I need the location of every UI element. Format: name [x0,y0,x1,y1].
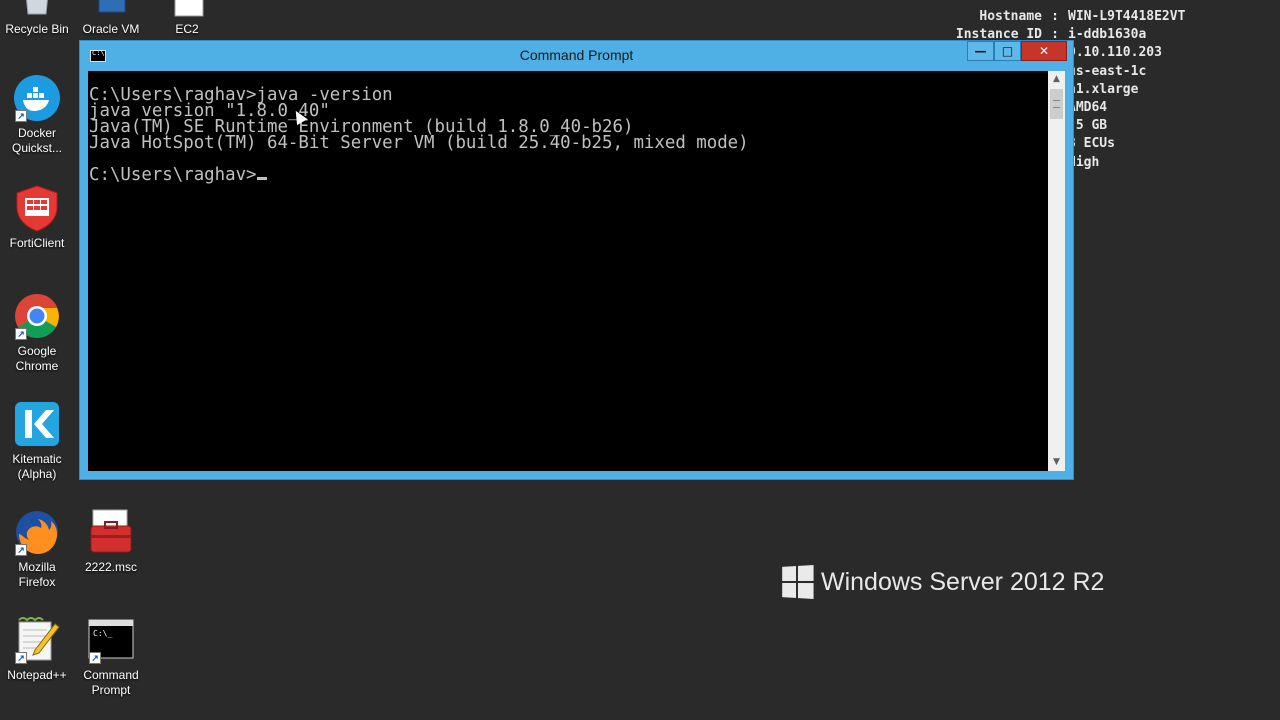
recycle-bin-icon [13,0,61,18]
os-brand-text: Windows Server 2012 R2 [821,567,1105,596]
forticlient-shield-icon [13,184,61,232]
sysinfo-key: Hostname [979,9,1042,24]
sysinfo-value: n1.xlarge [1068,81,1139,97]
desktop-icon-kitematic[interactable]: Kitematic (Alpha) [0,400,74,482]
shortcut-arrow-icon: ↗ [15,110,27,122]
desktop-icon-2222-msc[interactable]: 2222.msc [74,508,148,575]
desktop-icon-docker[interactable]: ↗ Docker Quickst... [0,74,74,156]
icon-label: Chrome [15,359,59,373]
icon-label: Kitematic [12,452,62,466]
os-branding: Windows Server 2012 R2 [781,565,1105,599]
sysinfo-value: us-east-1c [1068,63,1147,79]
icon-label: Firefox [18,575,56,589]
icon-label: Mozilla [18,560,56,574]
notepadpp-icon: ↗ [13,616,61,664]
sysinfo-value: 0.10.110.203 [1068,45,1162,61]
icon-label: Docker [17,126,56,140]
desktop-icon-oracle-vm[interactable]: Oracle VM [74,0,148,37]
icon-label: Quickst... [11,141,62,155]
desktop-icon-chrome[interactable]: ↗ Google Chrome [0,292,74,374]
desktop-icon-notepadpp[interactable]: ↗ Notepad++ [0,616,74,683]
desktop-icon-ec2[interactable]: EC2 [150,0,224,37]
scrollbar-thumb[interactable] [1050,89,1063,119]
icon-label: FortiClient [9,236,65,250]
sysinfo-row: Hostname: WIN-L9T4418E2VT [905,8,1275,26]
text-cursor [256,177,267,180]
sysinfo-value: 8 ECUs [1068,136,1115,152]
icon-label: EC2 [175,22,199,36]
shortcut-arrow-icon: ↗ [15,328,27,340]
virtualbox-icon [87,0,135,18]
command-prompt-window[interactable]: Command Prompt — □ ✕ C:\Users\raghav>jav… [79,40,1074,480]
command-prompt-icon: C:\_ ↗ [87,616,135,664]
close-button[interactable]: ✕ [1021,41,1067,61]
scroll-up-arrow-icon[interactable]: ▲ [1048,71,1065,88]
maximize-button[interactable]: □ [994,41,1021,61]
icon-label: Google [17,344,57,358]
icon-label: Prompt [91,683,131,697]
kitematic-icon [13,400,61,448]
console-output[interactable]: C:\Users\raghav>java -version java versi… [88,71,1048,471]
desktop-icon-forticlient[interactable]: FortiClient [0,184,74,251]
icon-label: 2222.msc [84,560,138,574]
desktop-icon-recycle-bin[interactable]: Recycle Bin [0,0,74,37]
chrome-icon: ↗ [13,292,61,340]
sysinfo-value: i-ddb1630a [1068,27,1147,43]
shortcut-arrow-icon: ↗ [15,652,27,664]
console-prompt: C:\Users\raghav> [89,165,257,185]
desktop-icon-firefox[interactable]: ↗ Mozilla Firefox [0,508,74,590]
docker-icon: ↗ [13,74,61,122]
icon-label: (Alpha) [17,467,57,481]
console-line: Java HotSpot(TM) 64-Bit Server VM (build… [89,133,749,153]
scroll-down-arrow-icon[interactable]: ▼ [1048,454,1065,471]
console-prompt-line: C:\Users\raghav> [89,165,1048,185]
desktop: Recycle Bin Oracle VM EC2 ↗ Docker Quick… [0,0,1280,720]
sysinfo-value: WIN-L9T4418E2VT [1068,9,1186,24]
desktop-icon-command-prompt[interactable]: C:\_ ↗ Command Prompt [74,616,148,698]
window-titlebar[interactable]: Command Prompt — □ ✕ [80,41,1073,71]
icon-label: Recycle Bin [5,22,69,36]
toolbox-icon [87,508,135,556]
shortcut-arrow-icon: ↗ [89,652,101,664]
svg-text:C:\_: C:\_ [93,629,112,638]
icon-label: Oracle VM [82,22,140,36]
vertical-scrollbar[interactable]: ▲ ▼ [1048,71,1065,471]
window-title: Command Prompt [519,47,634,63]
firefox-icon: ↗ [13,508,61,556]
minimize-button[interactable]: — [967,41,994,61]
windows-logo-icon [782,565,814,599]
icon-label: Command [83,668,139,682]
shortcut-arrow-icon: ↗ [15,544,27,556]
document-shortcut-icon [163,0,211,18]
icon-label: Notepad++ [7,668,67,682]
